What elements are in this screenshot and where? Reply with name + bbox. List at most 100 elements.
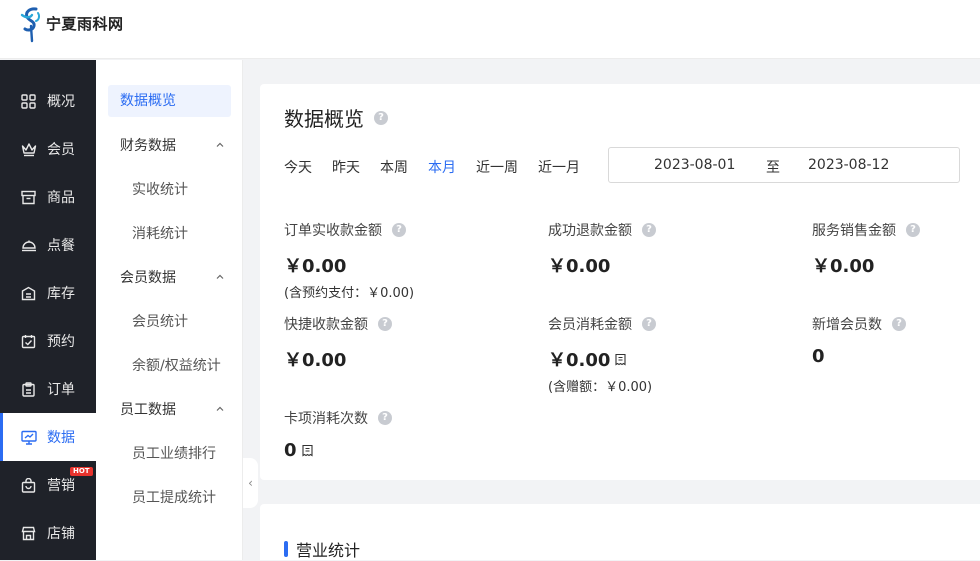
metric-sub-value: (含赠额：￥0.00): [548, 380, 653, 395]
range-tab-this-month[interactable]: 本月: [428, 157, 456, 177]
sidebar-item-shop[interactable]: 店铺: [0, 509, 96, 557]
chevron-left-icon: ‹: [248, 476, 253, 490]
help-icon[interactable]: ?: [642, 317, 656, 331]
section-title-text: 营业统计: [296, 541, 361, 560]
sidebar-item-members[interactable]: 会员: [0, 125, 96, 173]
sidebar-item-label: 库存: [47, 286, 75, 302]
subnav-group-label: 会员数据: [120, 270, 176, 286]
receipt-icon[interactable]: [614, 353, 627, 366]
metric-label: 快捷收款金额: [284, 317, 368, 333]
metric-quick-payment: 快捷收款金额? ￥0.00: [284, 315, 392, 372]
metric-value: ￥0.00: [548, 350, 611, 371]
metric-value: ￥0.00: [548, 256, 611, 277]
subnav-item-member-stats[interactable]: 会员统计: [132, 311, 188, 331]
sidebar-item-booking[interactable]: 预约: [0, 317, 96, 365]
sidebar-item-products[interactable]: 商品: [0, 173, 96, 221]
sidebar-item-label: 预约: [47, 334, 75, 350]
sidebar-item-label: 商品: [47, 190, 75, 206]
help-icon[interactable]: ?: [642, 223, 656, 237]
sidebar-item-marketing[interactable]: 营销 HOT: [0, 461, 96, 509]
metric-label: 新增会员数: [812, 317, 882, 333]
subnav-group-label: 财务数据: [120, 138, 176, 154]
crown-icon: [20, 141, 37, 158]
sidebar-item-overview[interactable]: 概况: [0, 77, 96, 125]
sidebar-item-inventory[interactable]: 库存: [0, 269, 96, 317]
sidebar-item-data[interactable]: 数据: [0, 413, 96, 461]
metric-order-revenue: 订单实收款金额? ￥0.00 (含预约支付：￥0.00): [284, 221, 414, 301]
chevron-up-icon: [216, 406, 224, 411]
data-overview-card: 数据概览 ? 今天 昨天 本周 本月 近一周 近一月 2023-08-01 至 …: [260, 84, 980, 480]
metric-service-sales: 服务销售金额? ￥0.00: [812, 221, 920, 278]
main-sidebar: 概况 会员 商品 点餐 库存 预约 订单 数据 营销 HOT 店铺: [0, 60, 96, 560]
subnav-group-staff[interactable]: 员工数据: [120, 399, 225, 419]
hot-badge: HOT: [70, 467, 93, 476]
start-date-input[interactable]: 2023-08-01: [654, 157, 735, 173]
page-title: 数据概览 ?: [284, 103, 388, 132]
grid-icon: [20, 93, 37, 110]
range-tab-this-week[interactable]: 本周: [380, 157, 408, 177]
page-title-text: 数据概览: [284, 107, 364, 131]
range-tab-last-week[interactable]: 近一周: [476, 157, 518, 177]
sidebar-item-label: 营销: [47, 478, 75, 494]
metric-value: ￥0.00: [812, 256, 875, 277]
sidebar-item-ordering[interactable]: 点餐: [0, 221, 96, 269]
metric-card-usage-count: 卡项消耗次数? 0: [284, 409, 392, 461]
metric-label: 成功退款金额: [548, 223, 632, 239]
shop-icon: [20, 525, 37, 542]
metric-sub-value: (含预约支付：￥0.00): [284, 286, 415, 301]
sidebar-item-label: 店铺: [47, 526, 75, 542]
bag-icon: [20, 477, 37, 494]
monitor-chart-icon: [20, 429, 37, 446]
metric-label: 订单实收款金额: [284, 223, 382, 239]
collapse-sidebar-button[interactable]: ‹: [243, 458, 258, 508]
subnav-item-revenue-stats[interactable]: 实收统计: [132, 179, 188, 199]
sub-sidebar: 数据概览 财务数据 实收统计 消耗统计 会员数据 会员统计 余额/权益统计 员工…: [96, 60, 243, 560]
brand-name: 宁夏雨科网: [46, 14, 124, 33]
metric-member-consumption: 会员消耗金额? ￥0.00 (含赠额：￥0.00): [548, 315, 656, 395]
calendar-check-icon: [20, 333, 37, 350]
metric-value: ￥0.00: [284, 350, 347, 371]
chevron-up-icon: [216, 142, 224, 147]
subnav-item-staff-commission[interactable]: 员工提成统计: [132, 487, 216, 507]
help-icon[interactable]: ?: [378, 317, 392, 331]
brand-logo[interactable]: 宁夏雨科网: [18, 6, 124, 44]
subnav-group-label: 员工数据: [120, 402, 176, 418]
help-icon[interactable]: ?: [906, 223, 920, 237]
subnav-item-staff-ranking[interactable]: 员工业绩排行: [132, 443, 216, 463]
metric-refund: 成功退款金额? ￥0.00: [548, 221, 656, 278]
date-range-tabs: 今天 昨天 本周 本月 近一周 近一月: [284, 157, 600, 177]
sidebar-item-orders[interactable]: 订单: [0, 365, 96, 413]
metric-label: 服务销售金额: [812, 223, 896, 239]
date-range-picker[interactable]: 2023-08-01 至 2023-08-12: [608, 147, 960, 183]
business-stats-card: 营业统计: [260, 504, 980, 560]
sidebar-item-label: 数据: [47, 430, 75, 446]
range-tab-today[interactable]: 今天: [284, 157, 312, 177]
metric-label: 卡项消耗次数: [284, 411, 368, 427]
help-icon[interactable]: ?: [392, 223, 406, 237]
clipboard-icon: [20, 381, 37, 398]
subnav-item-consumption-stats[interactable]: 消耗统计: [132, 223, 188, 243]
section-accent-bar: [284, 541, 288, 557]
date-separator: 至: [766, 160, 780, 176]
range-tab-last-month[interactable]: 近一月: [538, 157, 580, 177]
dish-icon: [20, 237, 37, 254]
sidebar-item-label: 订单: [47, 382, 75, 398]
help-icon[interactable]: ?: [378, 411, 392, 425]
top-bar: 宁夏雨科网: [0, 0, 980, 59]
subnav-group-finance[interactable]: 财务数据: [120, 135, 225, 155]
end-date-input[interactable]: 2023-08-12: [808, 157, 889, 173]
metric-value: 0: [812, 346, 825, 367]
range-tab-yesterday[interactable]: 昨天: [332, 157, 360, 177]
inventory-icon: [20, 285, 37, 302]
metric-value: ￥0.00: [284, 256, 347, 277]
receipt-icon[interactable]: [301, 444, 314, 457]
subnav-item-balance-stats[interactable]: 余额/权益统计: [132, 355, 221, 375]
store-box-icon: [20, 189, 37, 206]
help-icon[interactable]: ?: [892, 317, 906, 331]
chevron-up-icon: [216, 274, 224, 279]
sidebar-item-label: 会员: [47, 142, 75, 158]
help-icon[interactable]: ?: [374, 110, 388, 125]
metric-value: 0: [284, 440, 297, 461]
subnav-item-data-overview[interactable]: 数据概览: [108, 85, 231, 117]
subnav-group-members[interactable]: 会员数据: [120, 267, 225, 287]
